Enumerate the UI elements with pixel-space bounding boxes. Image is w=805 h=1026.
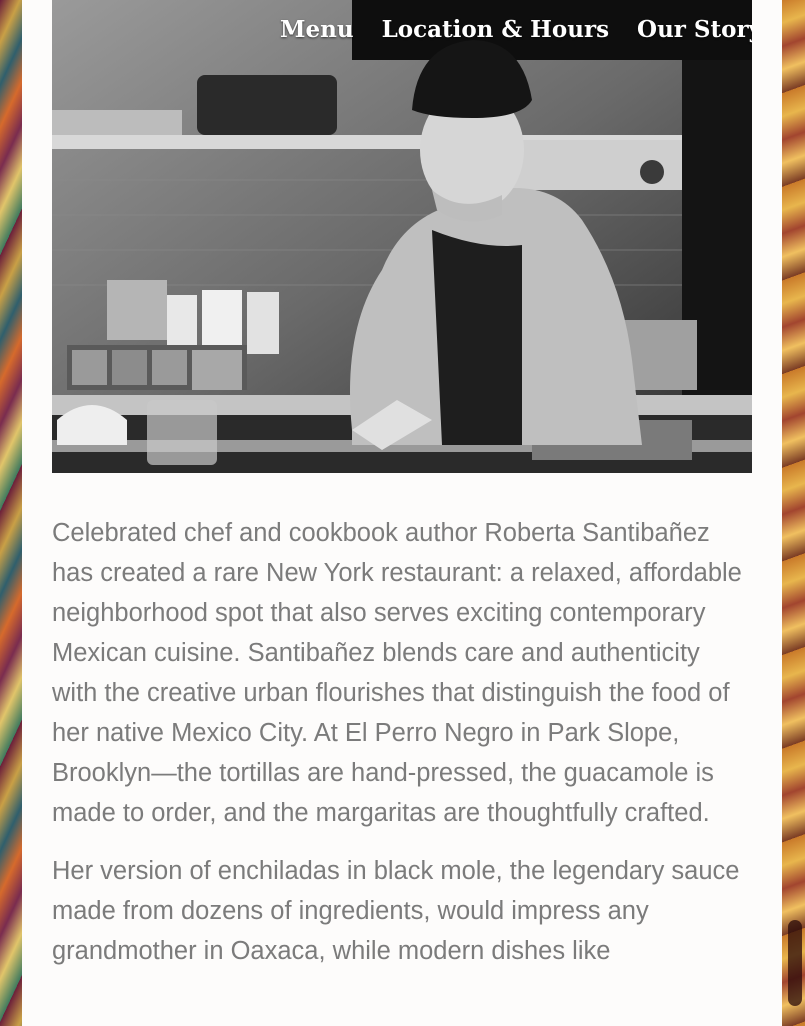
chef-kitchen-image <box>52 0 752 473</box>
paragraph-1: Celebrated chef and cookbook author Robe… <box>52 519 742 827</box>
nav-location-hours[interactable]: Location & Hours <box>382 16 609 43</box>
main-nav: Menu Location & Hours Our Story <box>280 16 752 43</box>
background-decoration <box>781 0 805 1026</box>
page-container: Menu Location & Hours Our Story Celebrat… <box>22 0 782 1026</box>
story-text: Celebrated chef and cookbook author Robe… <box>52 513 752 989</box>
paragraph-2: Her version of enchiladas in black mole,… <box>52 857 740 965</box>
hero-photo: Menu Location & Hours Our Story <box>52 0 752 473</box>
nav-our-story[interactable]: Our Story <box>637 16 752 43</box>
nav-menu[interactable]: Menu <box>280 16 354 43</box>
scrollbar-thumb[interactable] <box>788 920 802 1006</box>
